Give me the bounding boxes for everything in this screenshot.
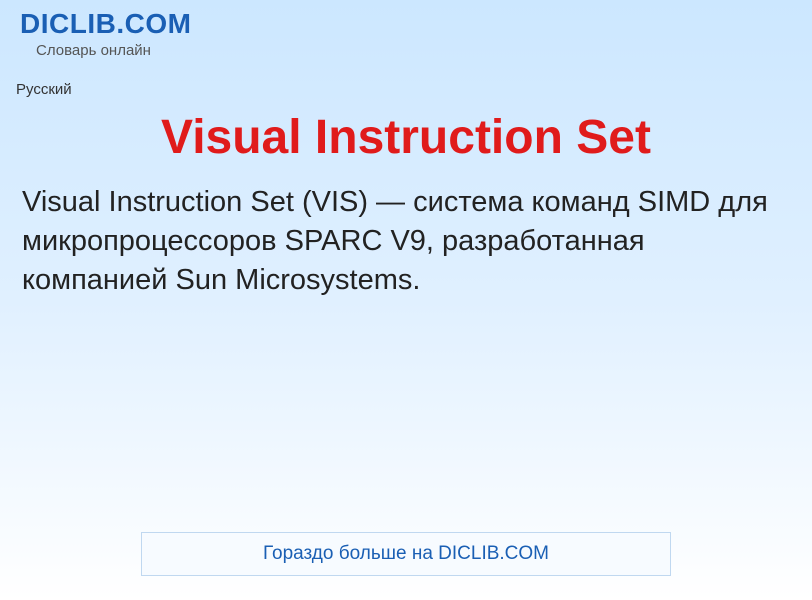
article-body: Visual Instruction Set (VIS) — система к… [0,183,812,300]
site-name[interactable]: DICLIB.COM [20,8,792,40]
footer-more-link[interactable]: Гораздо больше на DICLIB.COM [141,532,671,576]
language-label[interactable]: Русский [16,81,812,98]
tagline: Словарь онлайн [36,42,792,59]
article-title: Visual Instruction Set [0,110,812,165]
header: DICLIB.COM Словарь онлайн [0,0,812,63]
